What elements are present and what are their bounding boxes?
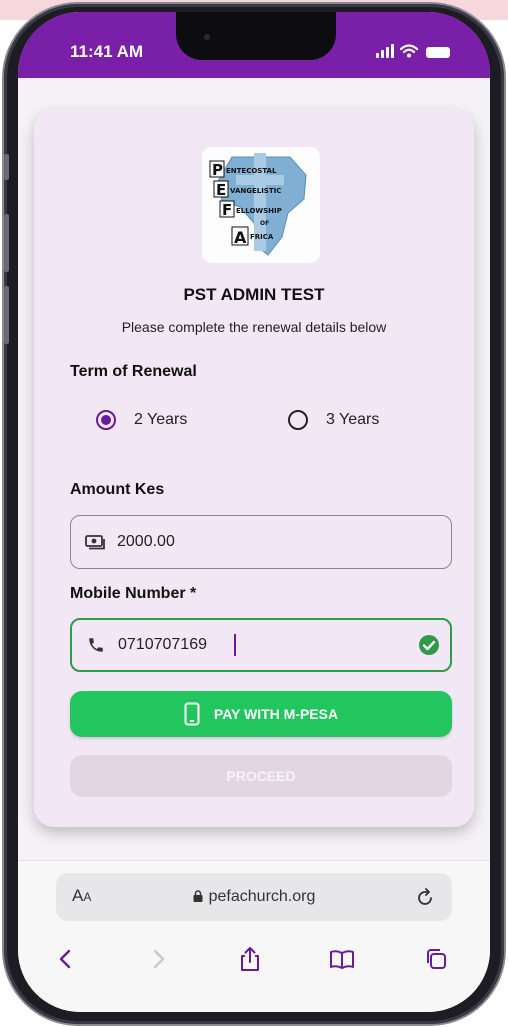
volume-up-button <box>4 214 9 272</box>
pefa-logo-image: P ENTECOSTAL E VANGELISTIC F ELLOWSHIP O… <box>209 153 307 256</box>
pay-with-mpesa-button[interactable]: PAY WITH M-PESA <box>70 691 452 737</box>
mobile-number-field[interactable] <box>70 618 452 672</box>
svg-text:A: A <box>234 228 247 247</box>
share-icon[interactable] <box>236 945 264 973</box>
mobile-number-input[interactable] <box>118 636 236 654</box>
svg-text:ENTECOSTAL: ENTECOSTAL <box>226 167 277 175</box>
radio-label-3-years: 3 Years <box>326 411 380 428</box>
phone-screen: 11:41 AM P ENTECOSTAL E VANGELISTIC F EL… <box>18 12 490 1012</box>
amount-field[interactable] <box>70 515 452 569</box>
radio-option-2-years[interactable]: 2 Years <box>96 407 187 433</box>
text-cursor <box>234 634 236 656</box>
mobile-device-icon <box>184 702 200 726</box>
term-of-renewal-label: Term of Renewal <box>70 363 197 380</box>
pay-button-label: PAY WITH M-PESA <box>213 706 339 722</box>
status-bar: 11:41 AM <box>18 12 490 78</box>
pefa-logo: P ENTECOSTAL E VANGELISTIC F ELLOWSHIP O… <box>202 147 320 263</box>
forward-icon[interactable] <box>144 945 172 973</box>
notch <box>176 12 336 60</box>
amount-input[interactable] <box>117 533 417 551</box>
cash-icon <box>85 532 105 552</box>
proceed-button[interactable]: PROCEED <box>70 755 452 797</box>
status-time: 11:41 AM <box>70 42 144 61</box>
svg-text:ELLOWSHIP: ELLOWSHIP <box>236 207 282 215</box>
radio-option-3-years[interactable]: 3 Years <box>288 407 379 433</box>
organization-name: PST ADMIN TEST <box>183 285 325 304</box>
url-text: pefachurch.org <box>208 888 316 905</box>
renewal-card: P ENTECOSTAL E VANGELISTIC F ELLOWSHIP O… <box>34 109 474 827</box>
url-display[interactable]: pefachurch.org <box>56 888 452 906</box>
svg-text:P: P <box>212 161 223 179</box>
svg-text:F: F <box>222 201 232 219</box>
amount-label: Amount Kes <box>70 481 165 498</box>
wifi-icon <box>400 44 418 58</box>
battery-icon <box>426 47 450 58</box>
bookmarks-icon[interactable] <box>328 945 356 973</box>
term-radio-group: 2 Years 3 Years <box>96 407 436 433</box>
radio-label-2-years: 2 Years <box>134 411 188 428</box>
radio-selected-icon[interactable] <box>96 410 116 430</box>
valid-check-icon <box>419 635 439 655</box>
back-icon[interactable] <box>52 945 80 973</box>
volume-down-button <box>4 286 9 344</box>
lock-icon <box>193 890 203 902</box>
form-subtitle: Please complete the renewal details belo… <box>121 319 387 335</box>
reload-icon[interactable] <box>414 886 436 908</box>
mobile-number-label: Mobile Number * <box>70 585 197 602</box>
mute-switch <box>4 154 9 180</box>
address-bar[interactable]: AA pefachurch.org <box>56 873 452 921</box>
svg-text:OF: OF <box>260 220 269 227</box>
svg-text:VANGELISTIC: VANGELISTIC <box>230 187 281 195</box>
browser-nav-row <box>18 939 490 979</box>
svg-text:FRICA: FRICA <box>250 233 274 241</box>
phone-icon <box>86 635 106 655</box>
svg-text:E: E <box>216 181 226 199</box>
browser-toolbar: AA pefachurch.org <box>18 860 490 1012</box>
tabs-icon[interactable] <box>422 945 450 973</box>
radio-unselected-icon[interactable] <box>288 410 308 430</box>
status-icons <box>376 42 450 58</box>
signal-icon <box>376 44 394 58</box>
phone-frame: 11:41 AM P ENTECOSTAL E VANGELISTIC F EL… <box>4 4 504 1024</box>
